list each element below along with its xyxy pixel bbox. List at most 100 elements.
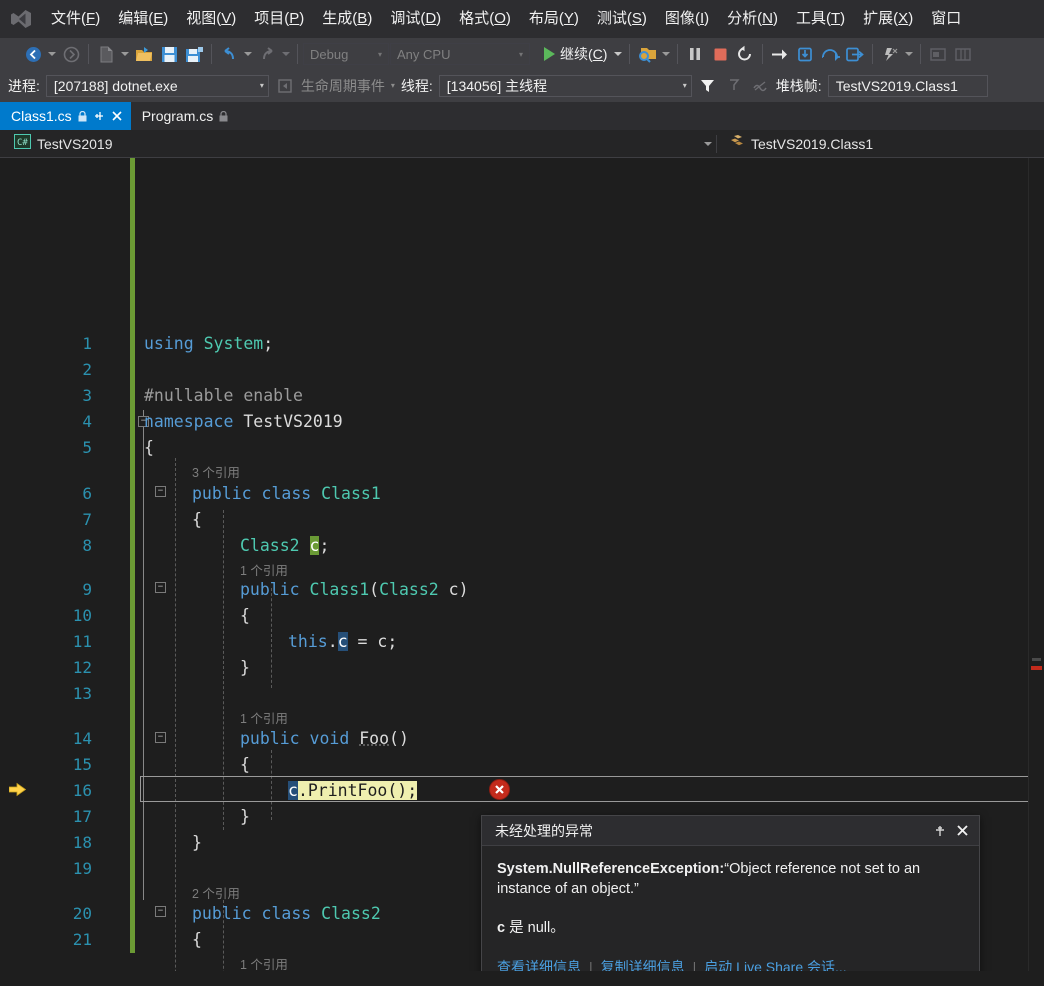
filter-icon[interactable] [698,75,718,97]
open-file-icon[interactable] [132,42,156,66]
menu-view[interactable]: 视图(V) [177,4,245,35]
undo-dropdown-icon[interactable] [242,42,254,66]
code-line-12[interactable]: 12 } [30,654,1044,680]
continue-dropdown-icon[interactable] [612,42,624,66]
process-combo[interactable]: [207188] dotnet.exe ▾ [46,75,269,97]
code-line-14[interactable]: 14 public void Foo() [30,725,1044,751]
menu-analyze[interactable]: 分析(N) [718,4,787,35]
navbar-project-chevron-icon[interactable] [700,130,716,158]
stackframe-combo[interactable]: TestVS2019.Class1 [828,75,988,97]
hot-reload-dropdown-icon[interactable] [903,42,915,66]
pin-icon[interactable] [929,820,951,842]
code-line-5[interactable]: 5 { [30,434,1044,460]
code-line-13[interactable]: 13 [30,680,1044,706]
menu-test-accel: S [632,10,642,27]
thread-combo[interactable]: [134056] 主线程 ▾ [439,75,692,97]
menu-extensions-label: 扩展 [863,10,893,27]
stop-debugging-icon[interactable] [708,42,732,66]
code-line-11[interactable]: 11 this.c = c; [30,628,1044,654]
redo-dropdown-icon[interactable] [280,42,292,66]
continue-button[interactable]: 继续(C) [540,44,611,64]
step-over-icon[interactable] [818,42,842,66]
debug-location-toolbar: 进程: [207188] dotnet.exe ▾ 生命周期事件 ▾ 线程: [… [0,70,1044,102]
break-all-icon[interactable] [683,42,707,66]
solution-platform-value: Any CPU [397,47,450,62]
close-icon[interactable] [951,820,973,842]
editor-vertical-scrollbar[interactable] [1028,158,1044,971]
menu-format-label: 格式 [459,10,489,27]
tab-program-cs[interactable]: Program.cs [131,102,237,130]
view-details-link[interactable]: 查看详细信息 [497,957,581,971]
unflag-threads-icon[interactable] [750,75,770,97]
redo-icon[interactable] [255,42,279,66]
code-line-2[interactable]: 2 [30,356,1044,382]
play-icon [544,47,555,61]
close-icon[interactable] [111,110,123,122]
navbar-project-value[interactable]: TestVS2019 [37,136,113,152]
menu-format[interactable]: 格式(O) [450,4,520,35]
line-number: 11 [30,632,102,651]
menu-bar: 文件(F) 编辑(E) 视图(V) 项目(P) 生成(B) 调试(D) 格式(O… [0,0,1044,38]
code-editor[interactable]: − − − − − − 1 using System; 2 3 #nullabl… [0,158,1044,971]
menu-file[interactable]: 文件(F) [42,4,109,35]
menu-layout[interactable]: 布局(Y) [520,4,588,35]
solution-platform-combo[interactable]: Any CPU ▾ [390,43,530,65]
navbar-member-value[interactable]: TestVS2019.Class1 [751,136,873,152]
live-visual-tree-icon[interactable] [926,42,950,66]
navigate-forward-icon[interactable] [59,42,83,66]
codelens-references-1[interactable]: 3 个引用 [30,460,1044,482]
code-line-3[interactable]: 3 #nullable enable [30,382,1044,408]
copy-details-link[interactable]: 复制详细信息 [601,957,685,971]
menu-edit[interactable]: 编辑(E) [109,4,177,35]
menu-extensions[interactable]: 扩展(X) [854,4,922,35]
attach-dropdown-icon[interactable] [660,42,672,66]
tab-class1-cs[interactable]: Class1.cs [0,102,131,130]
code-line-16[interactable]: 16 c.PrintFoo(); [30,777,1044,803]
line-number: 15 [30,755,102,774]
menu-debug[interactable]: 调试(D) [381,4,450,35]
step-into-icon[interactable] [793,42,817,66]
hot-reload-icon[interactable] [878,42,902,66]
attach-to-process-icon[interactable] [635,42,659,66]
code-line-15[interactable]: 15 { [30,751,1044,777]
menu-test[interactable]: 测试(S) [588,4,656,35]
lock-icon [78,111,87,122]
error-circle-icon[interactable] [489,779,510,800]
code-line-6[interactable]: 6 public class Class1 [30,480,1044,506]
save-icon[interactable] [157,42,181,66]
lifecycle-events-icon[interactable] [275,75,295,97]
code-line-9[interactable]: 9 public Class1(Class2 c) [30,576,1044,602]
menu-project-label: 项目 [254,10,284,27]
menu-build[interactable]: 生成(B) [313,4,381,35]
restart-icon[interactable] [733,42,757,66]
new-item-dropdown-icon[interactable] [119,42,131,66]
menu-image[interactable]: 图像(I) [656,4,718,35]
code-line-10[interactable]: 10 { [30,602,1044,628]
solution-configuration-combo[interactable]: Debug ▾ [303,43,389,65]
code-line-4[interactable]: 4 namespace TestVS2019 [30,408,1044,434]
menu-project[interactable]: 项目(P) [245,4,313,35]
navigate-back-icon[interactable] [21,42,45,66]
exception-helper-popup[interactable]: 未经处理的异常 System.NullReferenceException:“O… [481,815,980,971]
show-next-statement-icon[interactable] [768,42,792,66]
navigate-back-dropdown-icon[interactable] [46,42,58,66]
live-property-explorer-icon[interactable] [951,42,975,66]
menu-analyze-label: 分析 [727,10,757,27]
code-line-7[interactable]: 7 { [30,506,1044,532]
process-value: [207188] dotnet.exe [54,78,178,94]
pin-icon[interactable] [93,110,105,122]
code-line-8[interactable]: 8 Class2 c; [30,532,1044,558]
step-out-icon[interactable] [843,42,867,66]
new-item-icon[interactable] [94,42,118,66]
code-line-1[interactable]: 1 using System; [30,330,1044,356]
chevron-down-icon[interactable]: ▾ [391,81,395,90]
menu-tools[interactable]: 工具(T) [787,4,854,35]
flag-threads-icon[interactable] [724,75,744,97]
save-all-icon[interactable] [182,42,206,66]
undo-icon[interactable] [217,42,241,66]
start-live-share-link[interactable]: 启动 Live Share 会话... [704,957,846,971]
code-line-text: using System; [124,334,273,353]
breakpoint-margin[interactable] [0,158,30,971]
code-text-area[interactable]: − − − − − − 1 using System; 2 3 #nullabl… [30,158,1044,971]
menu-window[interactable]: 窗口 [922,4,970,35]
